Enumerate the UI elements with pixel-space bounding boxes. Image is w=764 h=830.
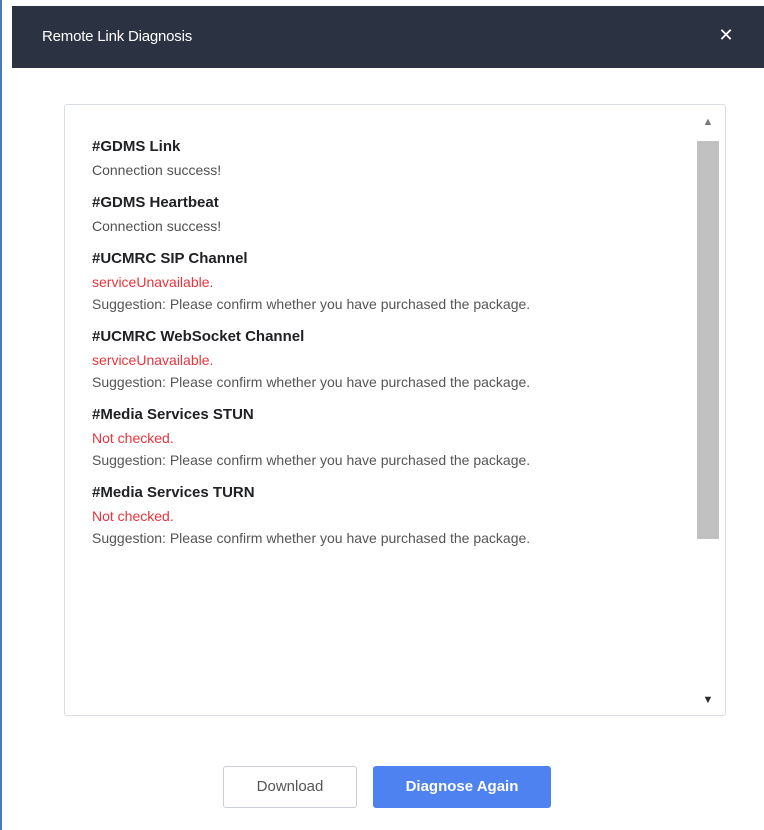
diagnosis-item: #GDMS Link Connection success! bbox=[92, 136, 672, 181]
diagnosis-results-panel: #GDMS Link Connection success! #GDMS Heart… bbox=[64, 104, 726, 716]
download-button[interactable]: Download bbox=[223, 766, 357, 808]
diagnose-again-button[interactable]: Diagnose Again bbox=[373, 766, 551, 808]
diagnosis-item-suggestion: Suggestion: Please confirm whether you h… bbox=[92, 374, 531, 390]
diagnosis-results-list: #GDMS Link Connection success! #GDMS Heart… bbox=[92, 136, 672, 560]
diagnosis-item-title: #Media Services STUN bbox=[92, 406, 254, 423]
diagnosis-item-status: Not checked. bbox=[92, 508, 174, 524]
dialog-header: Remote Link Diagnosis ✕ bbox=[12, 6, 764, 68]
diagnosis-item: #GDMS Heartbeat Connection success! bbox=[92, 192, 672, 237]
diagnosis-item-title: #GDMS Link bbox=[92, 138, 181, 155]
diagnosis-item-status: Connection success! bbox=[92, 162, 222, 178]
diagnosis-item: #Media Services STUN Not checked. Suggesti… bbox=[92, 404, 672, 471]
diagnosis-item-suggestion: Suggestion: Please confirm whether you h… bbox=[92, 530, 531, 546]
remote-link-diagnosis-dialog: Remote Link Diagnosis ✕ #GDMS Link Connec… bbox=[0, 0, 764, 830]
diagnosis-item-suggestion: Suggestion: Please confirm whether you h… bbox=[92, 296, 531, 312]
diagnosis-item-status: Not checked. bbox=[92, 430, 174, 446]
diagnosis-item-title: #GDMS Heartbeat bbox=[92, 194, 219, 211]
diagnosis-item-status: serviceUnavailable. bbox=[92, 352, 214, 368]
vertical-scrollbar[interactable]: ▲ ▼ bbox=[695, 111, 721, 711]
diagnosis-item-status: serviceUnavailable. bbox=[92, 274, 214, 290]
diagnosis-item-title: #UCMRC SIP Channel bbox=[92, 250, 248, 267]
diagnosis-item-title: #UCMRC WebSocket Channel bbox=[92, 328, 305, 345]
diagnosis-item: #UCMRC SIP Channel serviceUnavailable. Sug… bbox=[92, 248, 672, 315]
dialog-title: Remote Link Diagnosis bbox=[42, 28, 193, 45]
diagnosis-item: #Media Services TURN Not checked. Suggesti… bbox=[92, 482, 672, 549]
scrollbar-thumb[interactable] bbox=[697, 141, 719, 539]
diagnosis-item-status: Connection success! bbox=[92, 218, 222, 234]
diagnosis-item: #UCMRC WebSocket Channel serviceUnavailab… bbox=[92, 326, 672, 393]
diagnosis-item-suggestion: Suggestion: Please confirm whether you h… bbox=[92, 452, 531, 468]
diagnosis-item-title: #Media Services TURN bbox=[92, 484, 255, 501]
close-icon[interactable]: ✕ bbox=[714, 23, 738, 47]
scroll-up-arrow-icon[interactable]: ▲ bbox=[695, 111, 721, 133]
scroll-down-arrow-icon[interactable]: ▼ bbox=[695, 689, 721, 711]
